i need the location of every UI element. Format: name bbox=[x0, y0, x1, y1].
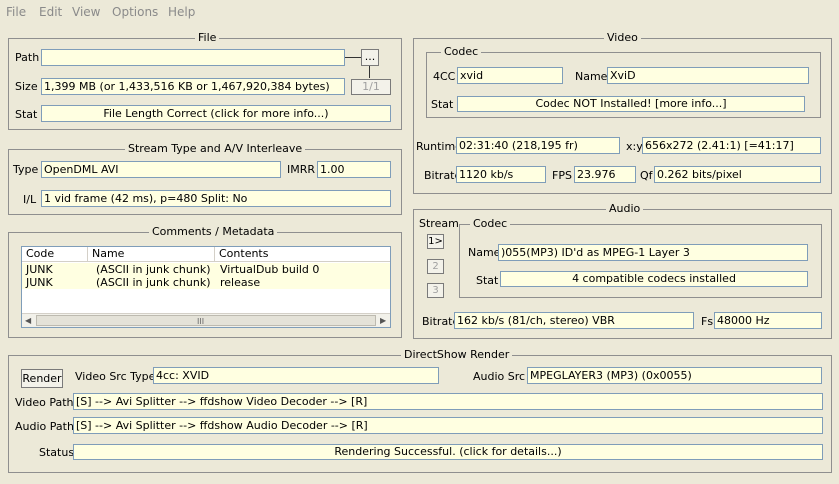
row-contents: release bbox=[220, 276, 261, 289]
stream-group-title: Stream Type and A/V Interleave bbox=[125, 142, 306, 155]
audio-codec-group: Codec Name )055(MP3) ID'd as MPEG-1 Laye… bbox=[459, 217, 822, 298]
qf-field: 0.262 bits/pixel bbox=[654, 166, 821, 183]
scroll-left-icon[interactable]: ◀ bbox=[25, 314, 31, 327]
audio-src-field: MPEGLAYER3 (MP3) (0x0055) bbox=[527, 367, 822, 384]
xy-label: x:y bbox=[626, 140, 643, 153]
col-header-contents[interactable]: Contents bbox=[215, 247, 390, 261]
render-button[interactable]: Render bbox=[21, 369, 63, 388]
header-divider bbox=[22, 261, 390, 262]
audio-codec-stat-field[interactable]: 4 compatible codecs installed bbox=[500, 271, 808, 287]
browse-button[interactable]: ... bbox=[361, 49, 379, 66]
file-stat-field[interactable]: File Length Correct (click for more info… bbox=[41, 105, 391, 122]
comments-group: Comments / Metadata Code Name Contents J… bbox=[8, 225, 402, 338]
scroll-thumb[interactable]: III bbox=[36, 315, 376, 326]
type-label: Type bbox=[13, 163, 39, 176]
fs-field: 48000 Hz bbox=[714, 312, 822, 329]
row-name: (ASCII in junk chunk) bbox=[96, 276, 211, 289]
audio-name-field: )055(MP3) ID'd as MPEG-1 Layer 3 bbox=[498, 244, 808, 261]
render-status-field[interactable]: Rendering Successful. (click for details… bbox=[73, 444, 823, 460]
audio-stream-3-button[interactable]: 3 bbox=[427, 283, 444, 298]
col-header-code[interactable]: Code bbox=[22, 247, 88, 261]
row-contents: VirtualDub build 0 bbox=[220, 263, 320, 276]
video-src-type-label: Video Src Type bbox=[75, 370, 156, 383]
type-field: OpenDML AVI bbox=[41, 161, 281, 178]
audio-codec-title: Codec bbox=[470, 217, 511, 230]
codec-name-field: XviD bbox=[607, 67, 809, 84]
video-path-label: Video Path bbox=[15, 396, 74, 409]
file-group: File Path ... Size 1,399 MB (or 1,433,51… bbox=[8, 31, 402, 130]
file-group-title: File bbox=[195, 31, 220, 44]
menu-help[interactable]: Help bbox=[168, 5, 195, 19]
metadata-list[interactable]: Code Name Contents JUNK (ASCII in junk c… bbox=[21, 246, 391, 328]
directshow-group: DirectShow Render Render Video Src Type … bbox=[8, 348, 832, 473]
comments-group-title: Comments / Metadata bbox=[149, 225, 278, 238]
audio-group: Audio Stream 1> 2 3 Codec Name )055(MP3)… bbox=[413, 202, 832, 339]
xy-field: 656x272 (2.41:1) [=41:17] bbox=[642, 137, 821, 154]
video-group: Video Codec 4CC xvid Name XviD Stat Code… bbox=[413, 31, 832, 194]
audio-stream-1-button[interactable]: 1> bbox=[427, 234, 444, 249]
col-header-name[interactable]: Name bbox=[88, 247, 215, 261]
row-code: JUNK bbox=[26, 276, 53, 289]
menu-bar: File Edit View Options Help bbox=[0, 0, 839, 24]
il-label: I/L bbox=[23, 193, 37, 206]
audio-stream-2-button[interactable]: 2 bbox=[427, 259, 444, 274]
video-bitrate-field: 1120 kb/s bbox=[456, 166, 546, 183]
imrr-label: IMRR bbox=[287, 163, 316, 176]
size-field: 1,399 MB (or 1,433,516 KB or 1,467,920,3… bbox=[41, 78, 345, 95]
fourcc-field: xvid bbox=[457, 67, 563, 84]
stat-label: Stat bbox=[15, 108, 38, 121]
status-label: Status bbox=[39, 446, 75, 459]
scroll-right-icon[interactable]: ▶ bbox=[380, 314, 386, 327]
table-row[interactable]: JUNK (ASCII in junk chunk) VirtualDub bu… bbox=[22, 263, 390, 289]
menu-view[interactable]: View bbox=[72, 5, 100, 19]
video-group-title: Video bbox=[604, 31, 641, 44]
il-field: 1 vid frame (42 ms), p=480 Split: No bbox=[41, 190, 391, 207]
fps-label: FPS bbox=[552, 169, 572, 182]
video-codec-title: Codec bbox=[441, 45, 482, 58]
audio-stat-label: Stat bbox=[476, 274, 499, 287]
fps-field: 23.976 bbox=[574, 166, 636, 183]
size-label: Size bbox=[15, 80, 38, 93]
video-stat-label: Stat bbox=[431, 98, 454, 111]
fourcc-label: 4CC bbox=[433, 70, 456, 83]
audio-path-field: [S] --> Avi Splitter --> ffdshow Audio D… bbox=[73, 417, 823, 434]
menu-file[interactable]: File bbox=[6, 5, 26, 19]
imrr-field: 1.00 bbox=[317, 161, 391, 178]
audio-name-label: Name bbox=[468, 246, 501, 259]
menu-options[interactable]: Options bbox=[112, 5, 158, 19]
audio-path-label: Audio Path bbox=[15, 420, 74, 433]
row-code: JUNK bbox=[26, 263, 53, 276]
codec-name-label: Name bbox=[575, 70, 608, 83]
scroll-grip-icon: III bbox=[197, 317, 205, 326]
horizontal-scrollbar[interactable]: ◀ III ▶ bbox=[22, 313, 390, 327]
path-label: Path bbox=[15, 51, 40, 64]
stream-group: Stream Type and A/V Interleave Type Open… bbox=[8, 142, 402, 215]
row-name: (ASCII in junk chunk) bbox=[96, 263, 211, 276]
fs-label: Fs bbox=[701, 315, 714, 328]
directshow-group-title: DirectShow Render bbox=[401, 348, 513, 361]
qf-label: Qf bbox=[640, 169, 653, 182]
audio-bitrate-field: 162 kb/s (81/ch, stereo) VBR bbox=[454, 312, 694, 329]
video-codec-group: Codec 4CC xvid Name XviD Stat Codec NOT … bbox=[426, 45, 821, 118]
connector-line bbox=[369, 66, 370, 78]
file-counter: 1/1 bbox=[351, 79, 391, 95]
video-path-field: [S] --> Avi Splitter --> ffdshow Video D… bbox=[73, 393, 823, 410]
path-field[interactable] bbox=[41, 49, 345, 66]
video-src-type-field: 4cc: XVID bbox=[153, 367, 439, 384]
audio-group-title: Audio bbox=[606, 202, 644, 215]
connector-line bbox=[345, 57, 361, 58]
video-codec-stat-field[interactable]: Codec NOT Installed! [more info...] bbox=[457, 96, 805, 112]
runtime-field: 02:31:40 (218,195 fr) bbox=[456, 137, 620, 154]
audio-src-label: Audio Src bbox=[473, 370, 526, 383]
menu-edit[interactable]: Edit bbox=[39, 5, 62, 19]
stream-label: Stream bbox=[419, 217, 459, 230]
